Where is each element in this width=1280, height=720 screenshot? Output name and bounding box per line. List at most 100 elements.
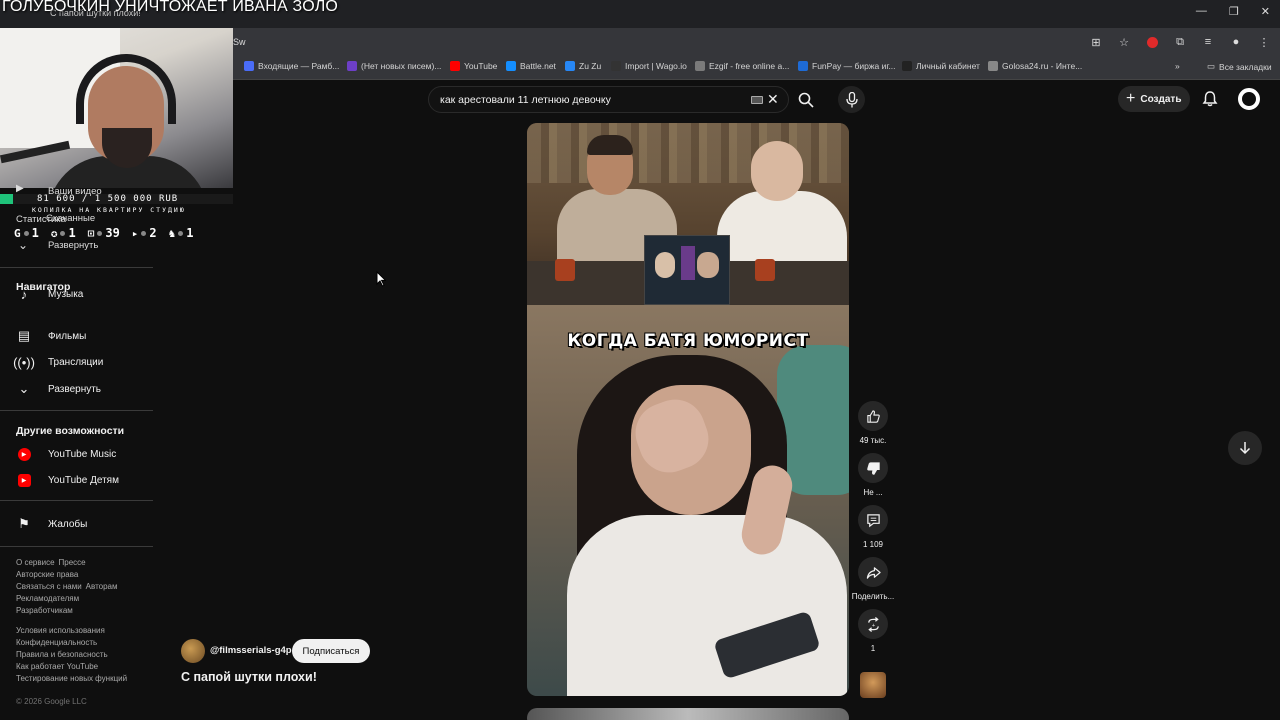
voice-search-button[interactable] xyxy=(838,86,865,113)
short-title[interactable]: С папой шутки плохи! xyxy=(181,670,317,684)
bookmark-item[interactable]: Zu Zu xyxy=(565,61,601,71)
bookmark-label: Zu Zu xyxy=(579,61,602,71)
footer-link[interactable]: Правила и безопасность xyxy=(16,650,108,659)
footer-link[interactable]: Авторские права xyxy=(16,570,78,579)
footer-link[interactable]: Условия использования xyxy=(16,626,105,635)
maximize-icon[interactable]: ❐ xyxy=(1229,5,1239,18)
sidebar-item-report[interactable]: ⚑ Жалобы xyxy=(16,514,87,534)
next-short-preview[interactable] xyxy=(527,708,849,720)
comments-button[interactable] xyxy=(858,505,888,535)
bookmark-item[interactable]: YouTube xyxy=(450,61,497,71)
remix-button[interactable]: + xyxy=(858,609,888,639)
menu-icon[interactable]: ⋮ xyxy=(1256,34,1272,50)
video-mug xyxy=(755,259,775,281)
sidebar-item-movies[interactable]: ▤ Фильмы xyxy=(16,326,86,346)
sidebar-item-label: YouTube Детям xyxy=(48,474,119,486)
search-box[interactable]: как арестовали 11 летнюю девочку ✕ xyxy=(428,86,789,113)
comment-count: 1 109 xyxy=(862,540,884,549)
footer-link[interactable]: Тестирование новых функций xyxy=(16,674,127,683)
short-video-player[interactable]: КОГДА БАТЯ ЮМОРИСТ xyxy=(527,123,849,696)
comments-action: 1 109 xyxy=(858,505,888,549)
minimize-icon[interactable]: — xyxy=(1196,5,1207,18)
sidebar-item-stats[interactable]: Статистика xyxy=(16,214,66,225)
search-button[interactable] xyxy=(792,86,820,113)
share-action: Поделить... xyxy=(852,557,894,601)
mail-icon xyxy=(347,61,357,71)
create-button[interactable]: + Создать xyxy=(1118,86,1190,112)
video-woman-shirt xyxy=(567,515,847,696)
media-icon[interactable]: ≡ xyxy=(1200,34,1216,50)
keyboard-icon[interactable] xyxy=(751,96,763,104)
install-app-icon[interactable]: ⊞ xyxy=(1088,34,1104,50)
next-short-button[interactable] xyxy=(1228,431,1262,465)
footer-link[interactable]: Рекламодателям xyxy=(16,594,79,603)
channel-name[interactable]: @filmsserials-g4p xyxy=(210,645,292,656)
like-count: 49 тыс. xyxy=(859,436,887,445)
footer-link[interactable]: О сервисе xyxy=(16,558,55,567)
sidebar-item-expand[interactable]: ⌄ Развернуть xyxy=(16,379,101,399)
bookmarks-overflow-icon[interactable]: » xyxy=(1175,61,1180,71)
bookmark-label: Ezgif - free online a... xyxy=(709,61,790,71)
footer-link[interactable]: Разработчикам xyxy=(16,606,73,615)
bookmark-item[interactable]: (Нет новых писем)... xyxy=(347,61,441,71)
cabinet-icon xyxy=(902,61,912,71)
youtube-icon xyxy=(450,61,460,71)
notifications-bell-icon[interactable] xyxy=(1201,90,1219,108)
sidebar-item-label: Фильмы xyxy=(48,330,87,342)
footer-link[interactable]: Конфиденциальность xyxy=(16,638,97,647)
share-button[interactable] xyxy=(858,557,888,587)
bookmark-item[interactable]: Battle.net xyxy=(506,61,556,71)
flag-icon: ⚑ xyxy=(18,516,30,531)
comment-icon xyxy=(866,513,880,527)
account-avatar[interactable] xyxy=(1238,88,1260,110)
sidebar-item-youtube-kids[interactable]: ▶ YouTube Детям xyxy=(16,470,119,490)
profile-icon[interactable]: ● xyxy=(1228,34,1244,50)
bookmark-item[interactable]: Golosa24.ru - Инте... xyxy=(988,61,1082,71)
sidebar-item-your-videos[interactable]: Ваши видео xyxy=(48,186,102,197)
broadcast-icon: ((•)) xyxy=(13,354,35,370)
close-icon[interactable]: ✕ xyxy=(1261,5,1270,18)
svg-text:+: + xyxy=(871,622,874,628)
stat-item: ✪ 1 xyxy=(51,226,76,240)
thumbs-up-icon xyxy=(866,409,880,423)
subscribe-button[interactable]: Подписаться xyxy=(292,639,370,663)
bookmark-label: Входящие — Рамб... xyxy=(258,61,340,71)
stream-stats: G1 ✪ 1 ⊡ 39 ▸ 2 ♞ 1 xyxy=(14,226,194,240)
video-bottom-frame xyxy=(527,305,849,696)
remix-icon: + xyxy=(867,616,879,632)
dislike-button[interactable] xyxy=(858,453,888,483)
sidebar-item-label: Жалобы xyxy=(48,518,88,530)
extension-red-icon[interactable] xyxy=(1144,34,1160,50)
share-arrow-icon xyxy=(866,566,881,579)
bookmark-label: Golosa24.ru - Инте... xyxy=(1002,61,1083,71)
all-bookmarks[interactable]: ▭ Все закладки xyxy=(1207,61,1272,72)
sidebar-item-live[interactable]: ((•)) Трансляции xyxy=(13,352,103,372)
sidebar-item-expand-top[interactable]: Развернуть xyxy=(48,240,98,251)
bookmark-item[interactable]: Import | Wago.io xyxy=(611,61,687,71)
footer-link[interactable]: Как работает YouTube xyxy=(16,662,98,671)
youtube-kids-icon: ▶ xyxy=(16,472,32,488)
bookmark-label: (Нет новых писем)... xyxy=(361,61,442,71)
star-icon[interactable]: ☆ xyxy=(1116,34,1132,50)
footer-link[interactable]: Авторам xyxy=(86,582,118,591)
bookmark-item[interactable]: Личный кабинет xyxy=(902,61,980,71)
sidebar-item-youtube-music[interactable]: ▶ YouTube Music xyxy=(16,444,116,464)
footer-link[interactable]: Связаться с нами xyxy=(16,582,82,591)
channel-avatar[interactable] xyxy=(181,639,205,663)
navigator-heading-text: Навигатор xyxy=(16,281,71,293)
clear-icon[interactable]: ✕ xyxy=(767,91,779,108)
bookmark-item[interactable]: Входящие — Рамб... xyxy=(244,61,339,71)
like-button[interactable] xyxy=(858,401,888,431)
bookmark-item[interactable]: Ezgif - free online a... xyxy=(695,61,789,71)
url-field[interactable]: Sw xyxy=(233,37,246,47)
search-input[interactable]: как арестовали 11 летнюю девочку xyxy=(440,94,611,106)
bookmark-item[interactable]: FunPay — биржа иг... xyxy=(798,61,896,71)
thumbs-down-icon xyxy=(866,461,880,475)
sound-thumbnail[interactable] xyxy=(860,672,886,698)
vk-icon xyxy=(565,61,575,71)
extensions-icon[interactable]: ⧉ xyxy=(1172,34,1188,50)
bookmark-label: YouTube xyxy=(464,61,498,71)
stat-item: ▸ 2 xyxy=(132,226,157,240)
footer-link[interactable]: Прессе xyxy=(59,558,86,567)
stat-value: 1 xyxy=(68,226,76,240)
